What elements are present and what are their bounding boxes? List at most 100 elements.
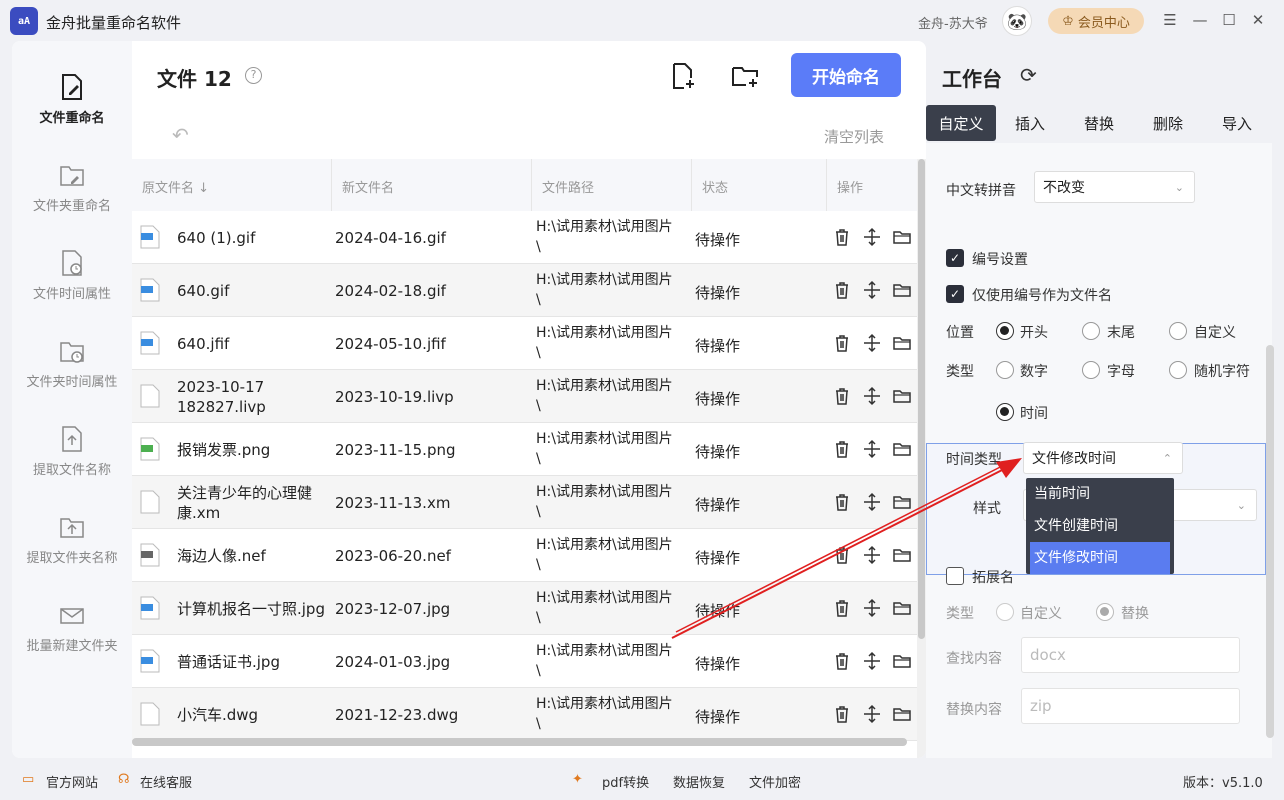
- delete-icon[interactable]: [832, 598, 852, 618]
- clear-list-button[interactable]: 清空列表: [824, 126, 884, 147]
- table-scrollbar[interactable]: [917, 159, 926, 758]
- find-input[interactable]: docx: [1021, 637, 1240, 673]
- numbering-only-checkbox[interactable]: ✓: [946, 285, 964, 303]
- delete-icon[interactable]: [832, 227, 852, 247]
- delete-icon[interactable]: [832, 651, 852, 671]
- open-folder-icon[interactable]: [892, 227, 912, 247]
- menu-icon[interactable]: ☰: [1160, 10, 1180, 30]
- official-website-link[interactable]: 官方网站: [46, 772, 98, 791]
- table-row[interactable]: 小汽车.dwg 2021-12-23.dwg H:\试用素材\试用图片\ 待操作: [132, 688, 917, 741]
- sidebar-item-file-time[interactable]: 文件时间属性: [12, 249, 132, 302]
- move-icon[interactable]: [862, 280, 882, 300]
- table-row[interactable]: 640 (1).gif 2024-04-16.gif H:\试用素材\试用图片\ 待操…: [132, 211, 917, 264]
- type-letter-radio[interactable]: [1082, 361, 1100, 379]
- table-row[interactable]: 640.gif 2024-02-18.gif H:\试用素材\试用图片\ 待操作: [132, 264, 917, 317]
- refresh-icon[interactable]: ⟳: [1020, 63, 1037, 87]
- pinyin-select[interactable]: 不改变 ⌄: [1034, 171, 1195, 203]
- sidebar-item-new-folder[interactable]: 批量新建文件夹: [12, 601, 132, 654]
- table-row[interactable]: 普通话证书.jpg 2024-01-03.jpg H:\试用素材\试用图片\ 待操作: [132, 635, 917, 688]
- open-folder-icon[interactable]: [892, 545, 912, 565]
- status-cell: 待操作: [695, 443, 741, 461]
- move-icon[interactable]: [862, 333, 882, 353]
- file-encrypt-link[interactable]: 文件加密: [749, 772, 801, 791]
- minimize-icon[interactable]: —: [1190, 10, 1210, 30]
- tab-import[interactable]: 导入: [1202, 105, 1272, 141]
- ext-custom-radio[interactable]: [996, 603, 1014, 621]
- delete-icon[interactable]: [832, 386, 852, 406]
- move-icon[interactable]: [862, 492, 882, 512]
- add-folder-icon[interactable]: [730, 61, 760, 91]
- delete-icon[interactable]: [832, 280, 852, 300]
- table-row[interactable]: 640.jfif 2024-05-10.jfif H:\试用素材\试用图片\ 待操作: [132, 317, 917, 370]
- time-type-select[interactable]: 文件修改时间 ⌃: [1023, 442, 1183, 474]
- time-type-label: 时间类型: [946, 452, 1002, 468]
- type-time-radio[interactable]: [996, 403, 1014, 421]
- table-row[interactable]: 2023-10-17 182827.livp 2023-10-19.livp H:\…: [132, 370, 917, 423]
- workbench-panel: 工作台 ⟳ 自定义 插入 替换 删除 导入 中文转拼音 不改变 ⌄ ✓ 编号设置…: [926, 41, 1272, 758]
- sidebar-item-extract-file[interactable]: 提取文件名称: [12, 425, 132, 478]
- move-icon[interactable]: [862, 651, 882, 671]
- tab-insert[interactable]: 插入: [996, 105, 1064, 141]
- type-number-radio[interactable]: [996, 361, 1014, 379]
- open-folder-icon[interactable]: [892, 492, 912, 512]
- move-icon[interactable]: [862, 545, 882, 565]
- add-file-icon[interactable]: [668, 61, 698, 91]
- tab-custom[interactable]: 自定义: [926, 105, 996, 141]
- move-icon[interactable]: [862, 439, 882, 459]
- open-folder-icon[interactable]: [892, 439, 912, 459]
- open-folder-icon[interactable]: [892, 598, 912, 618]
- position-end-radio[interactable]: [1082, 322, 1100, 340]
- maximize-icon[interactable]: ☐: [1219, 10, 1239, 30]
- delete-icon[interactable]: [832, 439, 852, 459]
- horizontal-scrollbar[interactable]: [132, 738, 907, 746]
- open-folder-icon[interactable]: [892, 333, 912, 353]
- online-support-link[interactable]: 在线客服: [140, 772, 192, 791]
- extension-checkbox[interactable]: [946, 567, 964, 585]
- delete-icon[interactable]: [832, 333, 852, 353]
- delete-icon[interactable]: [832, 545, 852, 565]
- open-folder-icon[interactable]: [892, 704, 912, 724]
- type-random-radio[interactable]: [1169, 361, 1187, 379]
- raw-file-icon: [140, 543, 160, 567]
- close-icon[interactable]: ✕: [1248, 10, 1268, 30]
- scroll-thumb[interactable]: [918, 159, 925, 639]
- replace-input[interactable]: zip: [1021, 688, 1240, 724]
- table-row[interactable]: 计算机报名一寸照.jpg 2023-12-07.jpg H:\试用素材\试用图片\ 待…: [132, 582, 917, 635]
- workbench-scrollbar[interactable]: [1266, 345, 1274, 738]
- table-row[interactable]: 关注青少年的心理健康.xm 2023-11-13.xm H:\试用素材\试用图片\ 待…: [132, 476, 917, 529]
- vip-center-button[interactable]: ♔ 会员中心: [1048, 8, 1144, 34]
- table-row[interactable]: 海边人像.nef 2023-06-20.nef H:\试用素材\试用图片\ 待操作: [132, 529, 917, 582]
- position-custom-radio[interactable]: [1169, 322, 1187, 340]
- col-actions: 操作: [837, 181, 864, 196]
- pdf-convert-link[interactable]: pdf转换: [602, 772, 649, 791]
- open-folder-icon[interactable]: [892, 651, 912, 671]
- position-start-radio[interactable]: [996, 322, 1014, 340]
- move-icon[interactable]: [862, 227, 882, 247]
- ext-replace-radio[interactable]: [1096, 603, 1114, 621]
- tab-delete[interactable]: 删除: [1134, 105, 1202, 141]
- move-icon[interactable]: [862, 386, 882, 406]
- numbering-checkbox[interactable]: ✓: [946, 249, 964, 267]
- move-icon[interactable]: [862, 598, 882, 618]
- dropdown-option-current-time[interactable]: 当前时间: [1026, 478, 1174, 510]
- dropdown-option-modify-time[interactable]: 文件修改时间: [1030, 542, 1170, 574]
- undo-icon[interactable]: ↶: [172, 123, 189, 147]
- start-rename-button[interactable]: 开始命名: [791, 53, 901, 97]
- table-row[interactable]: 报销发票.png 2023-11-15.png H:\试用素材\试用图片\ 待操作: [132, 423, 917, 476]
- user-name[interactable]: 金舟-苏大爷: [918, 13, 988, 32]
- avatar[interactable]: 🐼: [1002, 6, 1032, 36]
- dropdown-option-create-time[interactable]: 文件创建时间: [1026, 510, 1174, 542]
- delete-icon[interactable]: [832, 704, 852, 724]
- data-recovery-link[interactable]: 数据恢复: [673, 772, 725, 791]
- move-icon[interactable]: [862, 704, 882, 724]
- delete-icon[interactable]: [832, 492, 852, 512]
- sidebar-item-file-rename[interactable]: 文件重命名: [12, 73, 132, 126]
- sidebar-item-extract-folder[interactable]: 提取文件夹名称: [12, 513, 132, 566]
- open-folder-icon[interactable]: [892, 386, 912, 406]
- open-folder-icon[interactable]: [892, 280, 912, 300]
- help-icon[interactable]: ?: [245, 67, 262, 84]
- sidebar-item-folder-time[interactable]: 文件夹时间属性: [12, 337, 132, 390]
- col-original-name[interactable]: 原文件名 ↓: [142, 177, 209, 196]
- tab-replace[interactable]: 替换: [1064, 105, 1134, 141]
- sidebar-item-folder-rename[interactable]: 文件夹重命名: [12, 161, 132, 214]
